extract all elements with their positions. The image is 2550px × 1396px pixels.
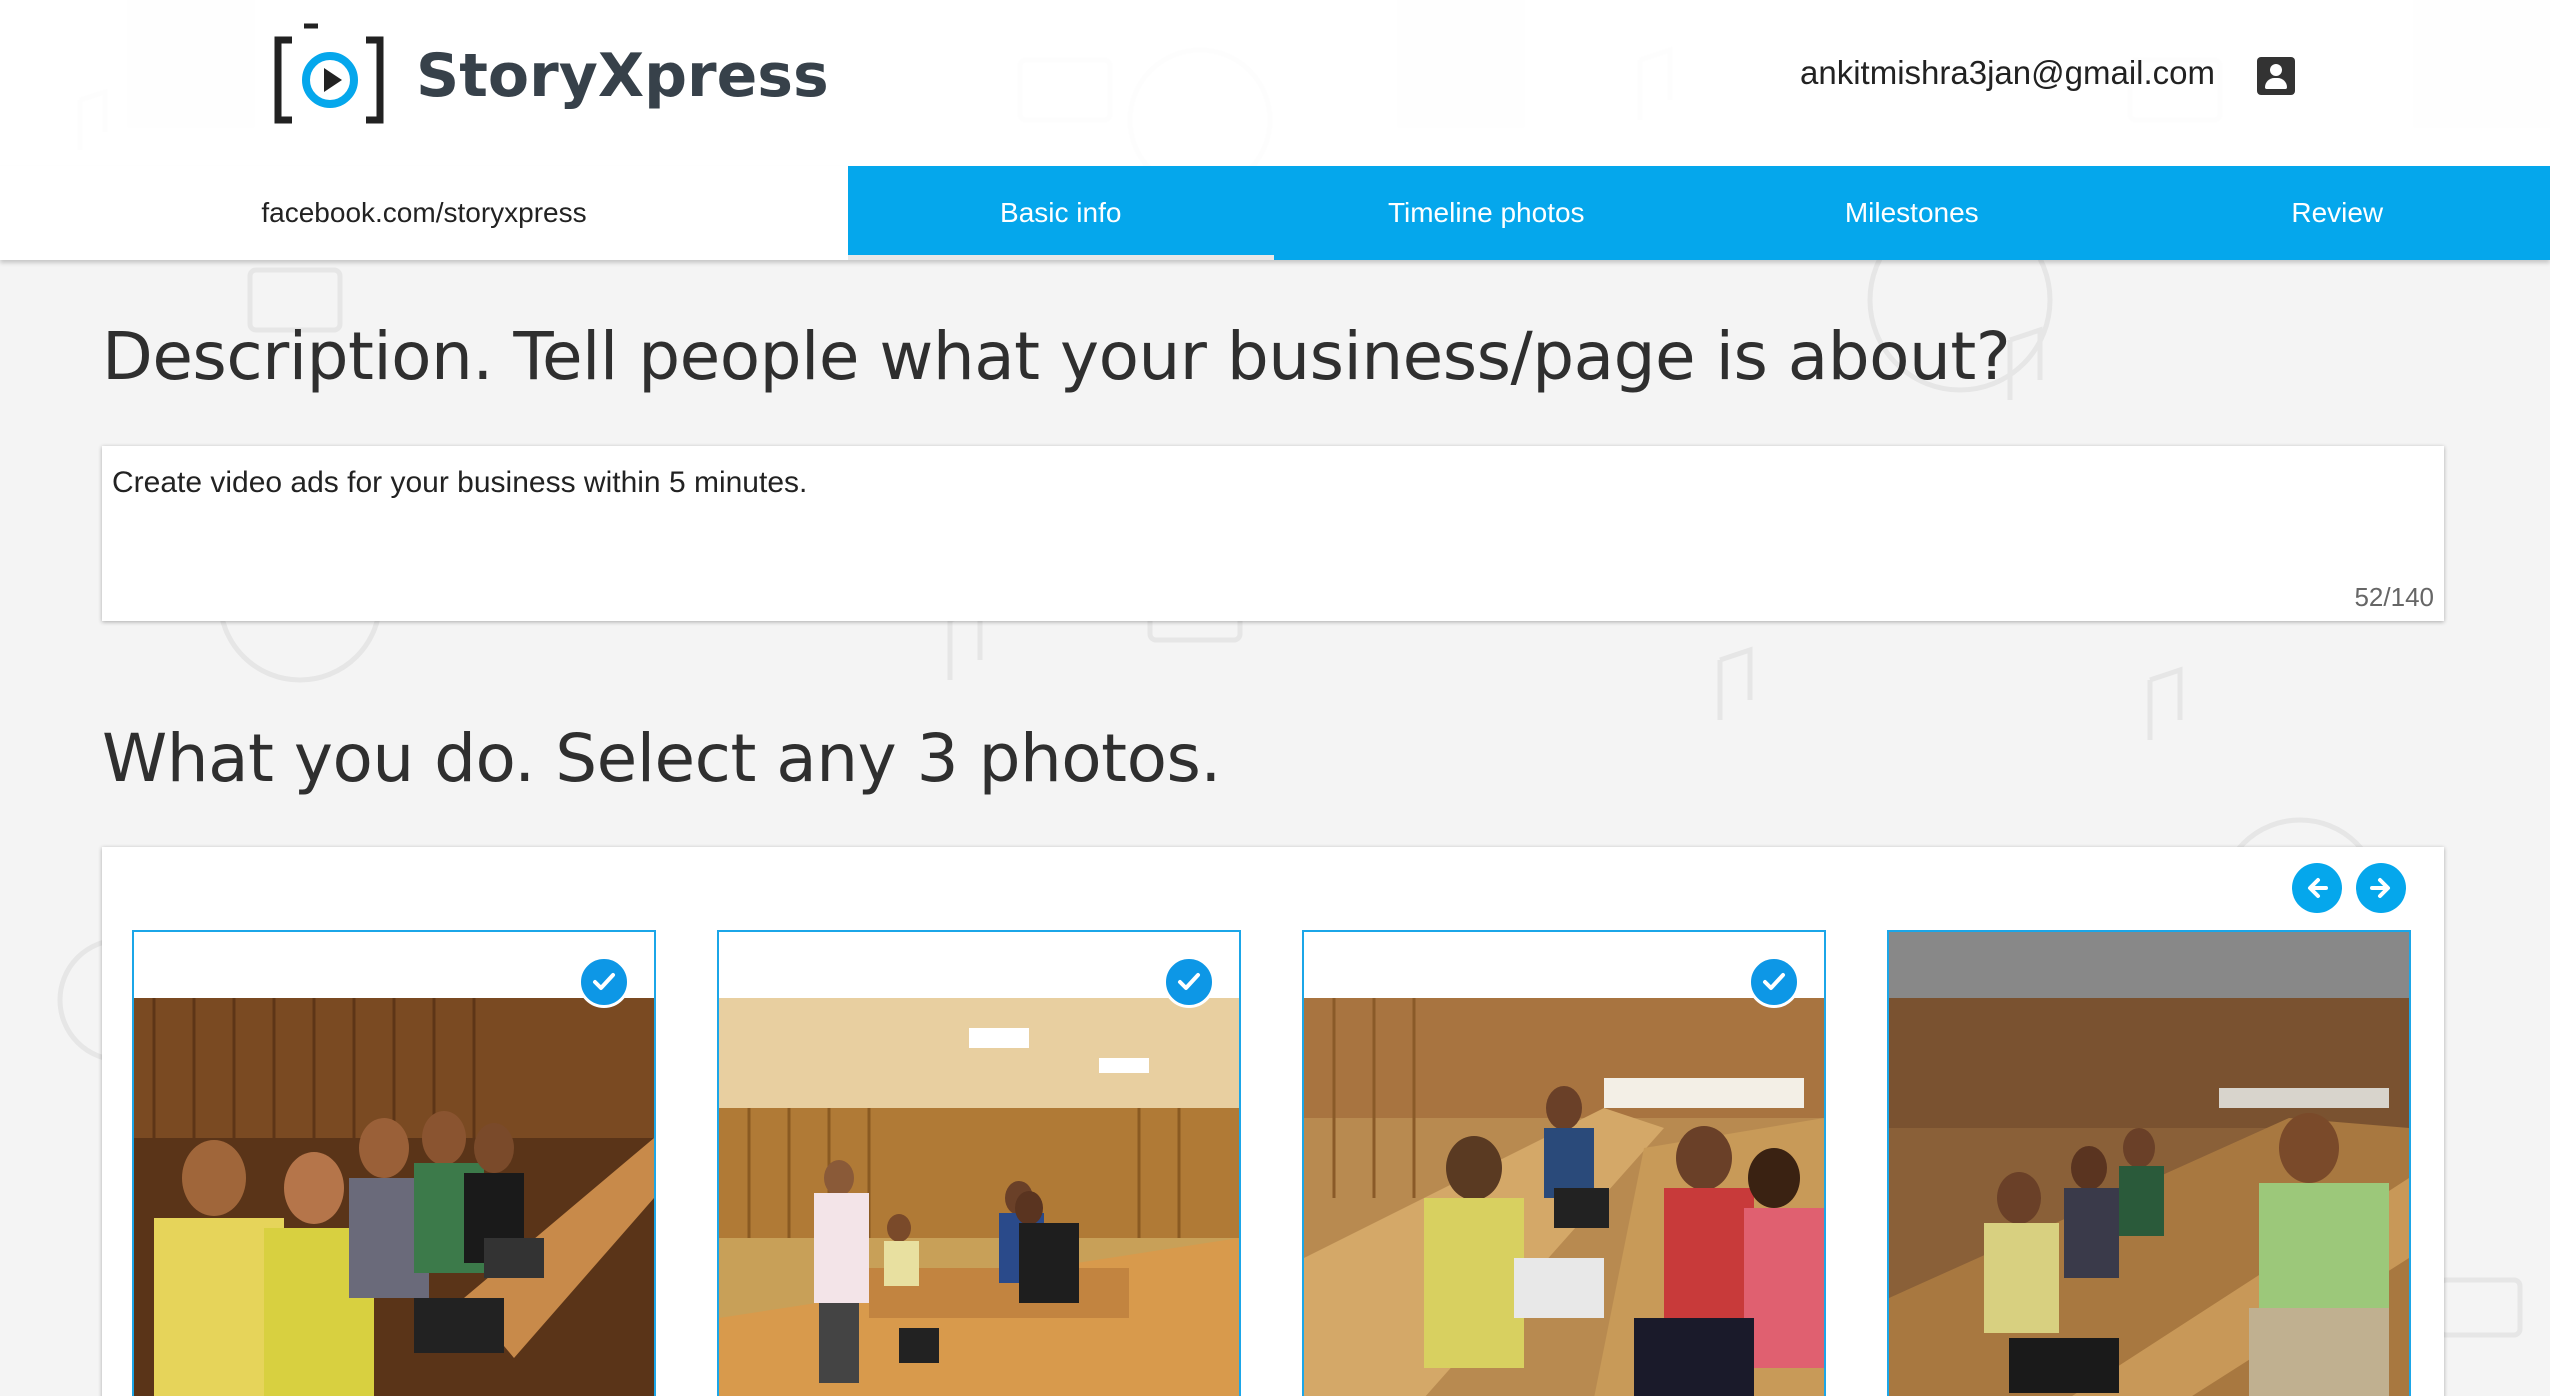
storyxpress-logo-icon <box>270 20 388 132</box>
tab-review[interactable]: Review <box>2125 166 2550 260</box>
description-title: Description. Tell people what your busin… <box>102 318 2011 395</box>
photo-card-2[interactable] <box>717 930 1241 1396</box>
selected-check-icon <box>1748 956 1800 1008</box>
user-email[interactable]: ankitmishra3jan@gmail.com <box>1800 54 2215 92</box>
photo-card-3[interactable] <box>1302 930 1826 1396</box>
char-count: 52/140 <box>2354 582 2434 612</box>
photo-image <box>1889 998 2409 1396</box>
selected-check-icon <box>1163 956 1215 1008</box>
photo-image <box>134 998 654 1396</box>
page-url: facebook.com/storyxpress <box>0 166 848 260</box>
account-icon[interactable] <box>2257 57 2295 95</box>
logo[interactable]: StoryXpress <box>270 20 829 132</box>
selected-check-icon <box>578 956 630 1008</box>
main-content: Description. Tell people what your busin… <box>0 260 2550 1396</box>
photo-carousel <box>102 847 2444 1396</box>
description-value: Create video ads for your business withi… <box>112 466 808 499</box>
tab-timeline-photos[interactable]: Timeline photos <box>1274 166 1700 260</box>
photo-image <box>1304 998 1824 1396</box>
arrow-left-icon <box>2308 878 2328 898</box>
photos-title: What you do. Select any 3 photos. <box>102 720 1221 797</box>
description-textarea[interactable]: Create video ads for your business withi… <box>102 446 2444 621</box>
tab-bar: facebook.com/storyxpress Basic info Time… <box>0 166 2550 260</box>
prev-arrow-button[interactable] <box>2292 863 2342 913</box>
next-arrow-button[interactable] <box>2356 863 2406 913</box>
app-header: StoryXpress ankitmishra3jan@gmail.com <box>0 0 2550 166</box>
tab-basic-info[interactable]: Basic info <box>848 166 1274 260</box>
arrow-right-icon <box>2370 878 2390 898</box>
tab-milestones[interactable]: Milestones <box>1699 166 2125 260</box>
photo-image <box>719 998 1239 1396</box>
photo-card-1[interactable] <box>132 930 656 1396</box>
photo-card-4[interactable] <box>1887 930 2411 1396</box>
tabs: Basic info Timeline photos Milestones Re… <box>848 166 2550 260</box>
logo-text: StoryXpress <box>416 41 829 111</box>
